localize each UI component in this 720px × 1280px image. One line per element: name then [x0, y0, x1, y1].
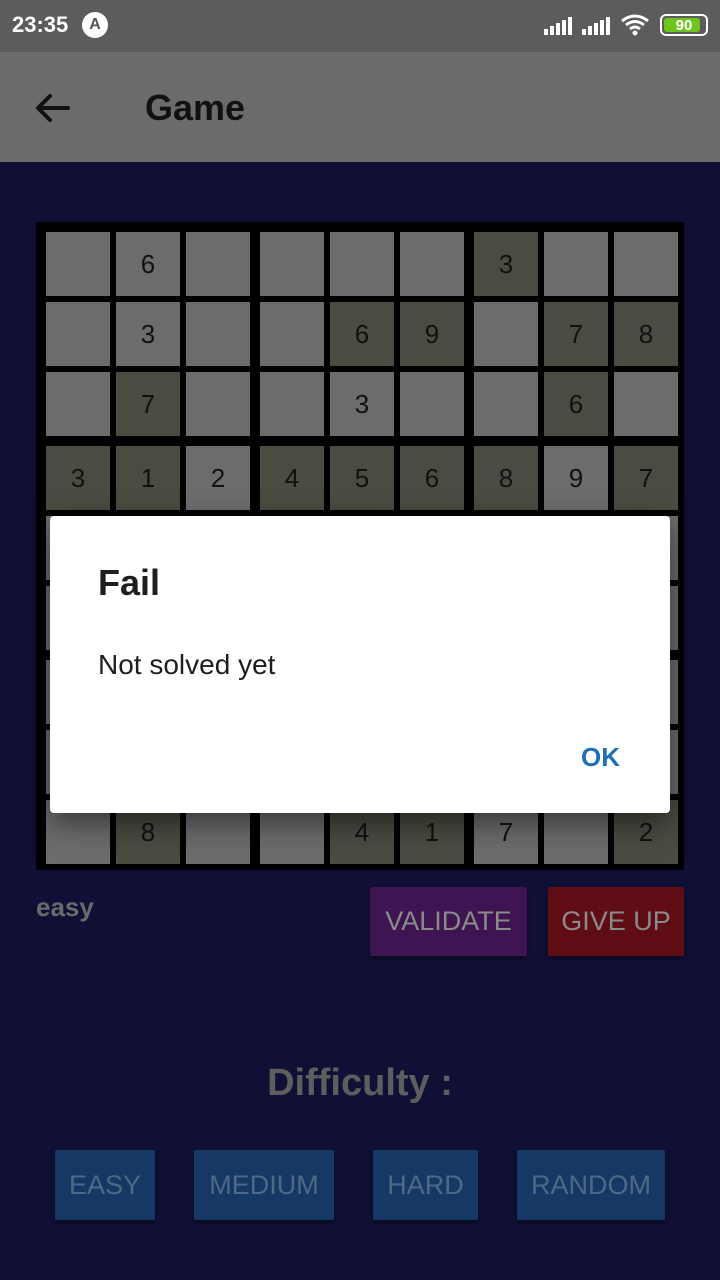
sudoku-cell-r1c4[interactable] — [260, 232, 324, 296]
sudoku-cell-r1c6[interactable] — [400, 232, 464, 296]
hard-button[interactable]: HARD — [373, 1150, 478, 1220]
random-button[interactable]: RANDOM — [517, 1150, 665, 1220]
sudoku-cell-r2c9[interactable]: 8 — [614, 302, 678, 366]
sudoku-cell-r4c5[interactable]: 5 — [330, 446, 394, 510]
difficulty-heading: Difficulty : — [267, 1062, 453, 1104]
sudoku-cell-r3c7[interactable] — [474, 372, 538, 436]
sudoku-cell-r2c4[interactable] — [260, 302, 324, 366]
sudoku-cell-r3c4[interactable] — [260, 372, 324, 436]
give-up-button[interactable]: GIVE UP — [548, 887, 684, 956]
sudoku-cell-r3c3[interactable] — [186, 372, 250, 436]
signal-icon — [544, 15, 572, 35]
sudoku-cell-r3c8[interactable]: 6 — [544, 372, 608, 436]
fail-dialog: Fail Not solved yet OK — [50, 516, 670, 813]
sudoku-cell-r4c8[interactable]: 9 — [544, 446, 608, 510]
sudoku-cell-r4c7[interactable]: 8 — [474, 446, 538, 510]
battery-level: 90 — [675, 16, 693, 34]
dialog-message: Not solved yet — [98, 649, 276, 680]
sudoku-cell-r2c8[interactable]: 7 — [544, 302, 608, 366]
sudoku-cell-r1c8[interactable] — [544, 232, 608, 296]
sudoku-cell-r4c9[interactable]: 7 — [614, 446, 678, 510]
sudoku-cell-r2c2[interactable]: 3 — [116, 302, 180, 366]
sudoku-cell-r3c2[interactable]: 7 — [116, 372, 180, 436]
validate-button[interactable]: VALIDATE — [370, 887, 527, 956]
sudoku-cell-r3c9[interactable] — [614, 372, 678, 436]
status-icons: 90 — [544, 12, 708, 38]
medium-button[interactable]: MEDIUM — [194, 1150, 334, 1220]
sudoku-cell-r2c7[interactable] — [474, 302, 538, 366]
dialog-title: Fail — [98, 562, 161, 603]
signal-icon — [582, 15, 610, 35]
sudoku-cell-r2c6[interactable]: 9 — [400, 302, 464, 366]
sudoku-cell-r4c6[interactable]: 6 — [400, 446, 464, 510]
page-title: Game — [145, 87, 246, 128]
sudoku-cell-r1c7[interactable]: 3 — [474, 232, 538, 296]
sudoku-cell-r3c6[interactable] — [400, 372, 464, 436]
battery-icon: 90 — [660, 14, 708, 36]
sudoku-cell-r4c4[interactable]: 4 — [260, 446, 324, 510]
sudoku-cell-r1c5[interactable] — [330, 232, 394, 296]
sudoku-cell-r3c1[interactable] — [46, 372, 110, 436]
sudoku-cell-r2c5[interactable]: 6 — [330, 302, 394, 366]
sudoku-cell-r1c9[interactable] — [614, 232, 678, 296]
arrow-left-icon[interactable] — [32, 88, 72, 128]
sudoku-cell-r4c3[interactable]: 2 — [186, 446, 250, 510]
sudoku-cell-r1c2[interactable]: 6 — [116, 232, 180, 296]
status-bar: 23:35 A 90 — [0, 0, 720, 52]
sudoku-cell-r2c1[interactable] — [46, 302, 110, 366]
sudoku-cell-r4c1[interactable]: 3 — [46, 446, 110, 510]
app-bar: Game — [0, 52, 720, 162]
sudoku-cell-r1c3[interactable] — [186, 232, 250, 296]
sudoku-cell-r1c1[interactable] — [46, 232, 110, 296]
sudoku-cell-r4c2[interactable]: 1 — [116, 446, 180, 510]
sudoku-cell-r2c3[interactable] — [186, 302, 250, 366]
current-difficulty-label: easy — [36, 892, 94, 922]
sudoku-cell-r3c5[interactable]: 3 — [330, 372, 394, 436]
app-notification-icon: A — [82, 12, 108, 38]
wifi-icon — [621, 14, 649, 36]
ok-button[interactable]: OK — [581, 742, 620, 773]
easy-button[interactable]: EASY — [55, 1150, 155, 1220]
status-time: 23:35 — [12, 12, 69, 37]
